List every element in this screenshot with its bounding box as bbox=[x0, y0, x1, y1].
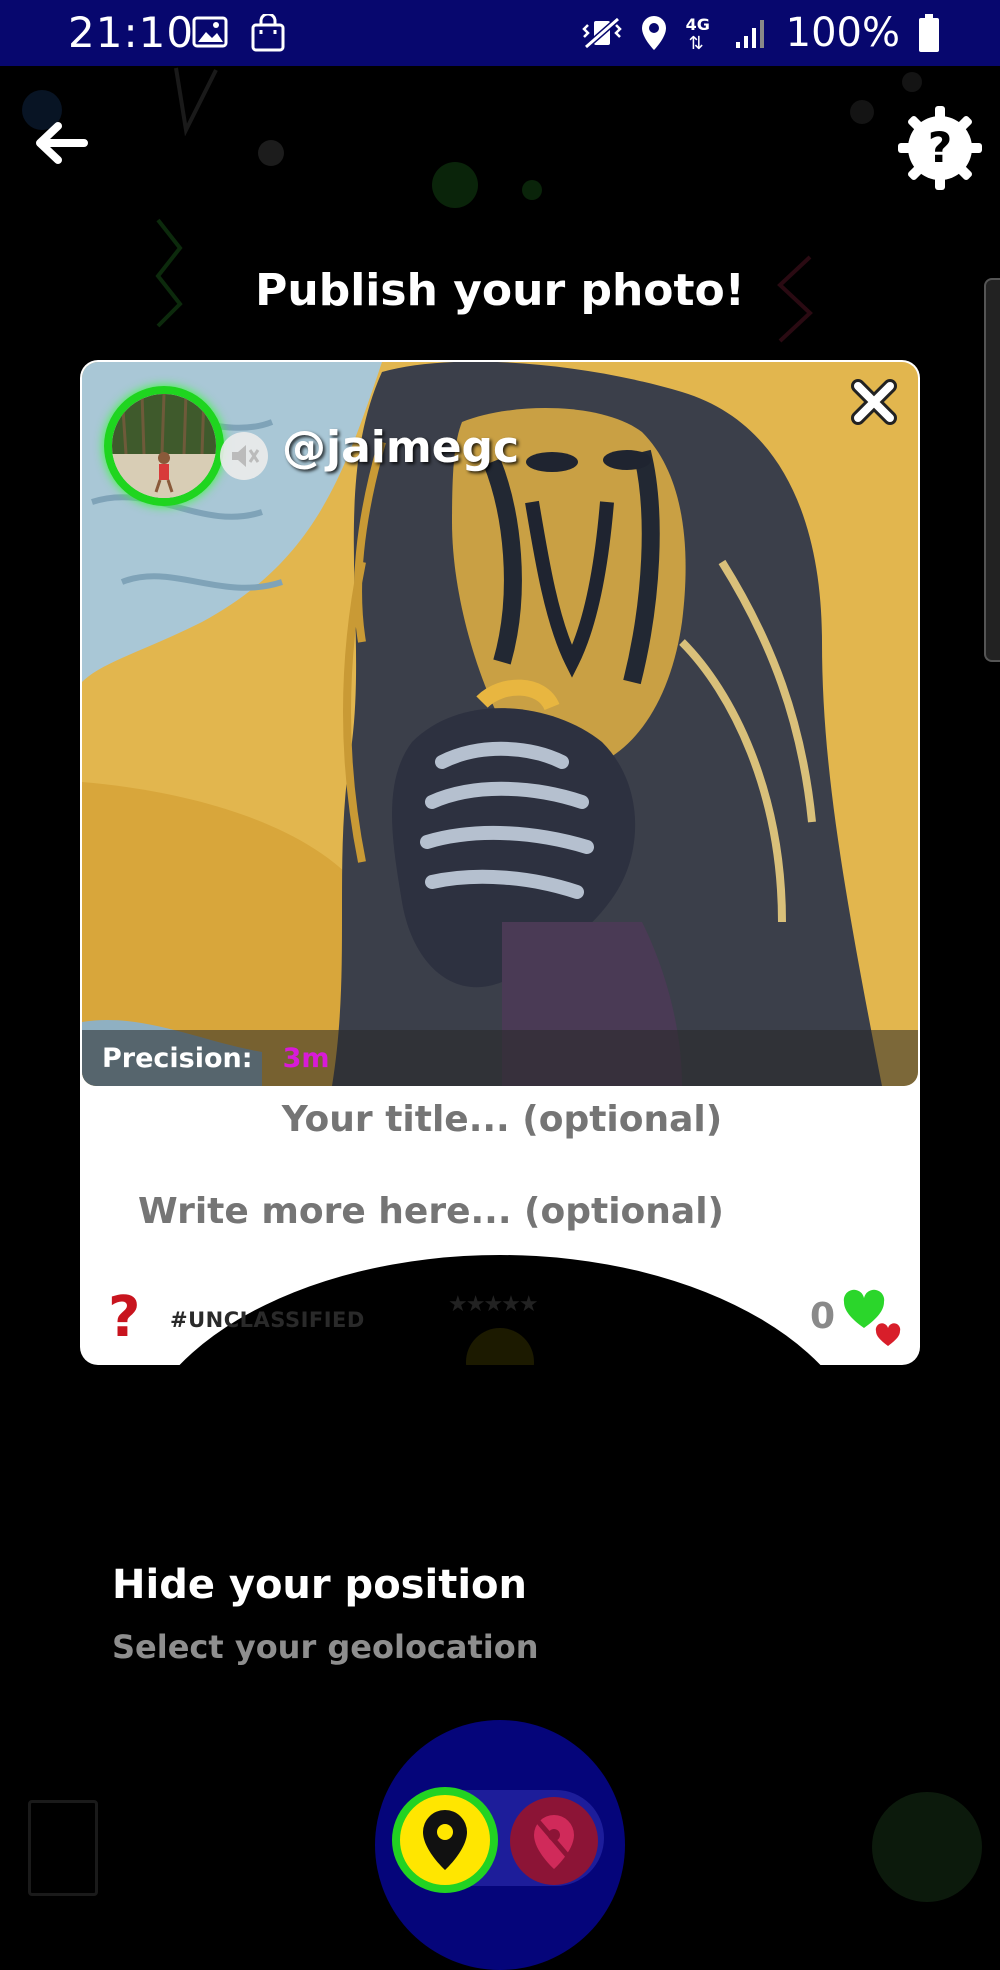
close-button[interactable] bbox=[846, 374, 902, 430]
4g-data-icon: 4G ⇅ bbox=[685, 15, 710, 54]
position-subtitle: Select your geolocation bbox=[112, 1628, 539, 1666]
background-dot bbox=[850, 100, 874, 124]
username[interactable]: @jaimegc bbox=[282, 422, 519, 473]
hearts-icon[interactable] bbox=[842, 1288, 906, 1348]
description-input[interactable] bbox=[136, 1190, 880, 1233]
category-label[interactable]: #UNCLASSIFIED bbox=[170, 1308, 365, 1332]
location-icon bbox=[641, 16, 666, 50]
background-dot bbox=[902, 72, 922, 92]
gallery-thumbnail[interactable] bbox=[28, 1800, 98, 1896]
position-title: Hide your position bbox=[112, 1562, 527, 1608]
rating-stars[interactable]: ★★★★★ bbox=[448, 1292, 539, 1317]
battery-percent: 100% bbox=[785, 10, 900, 56]
like-count: 0 bbox=[810, 1296, 836, 1337]
avatar-image bbox=[112, 394, 216, 498]
shopping-bag-icon bbox=[251, 14, 285, 52]
status-bar: 21:10 4G ⇅ 100% bbox=[0, 0, 1000, 66]
background-dot bbox=[522, 180, 542, 200]
mute-speaker-icon bbox=[232, 445, 260, 467]
publish-card: Precision: 3m @jaimegc ? #UNCLASSIFIED ★… bbox=[80, 360, 920, 1365]
precision-label: Precision: bbox=[102, 1042, 253, 1074]
location-pin-icon bbox=[423, 1810, 467, 1870]
vibrate-mute-icon bbox=[581, 16, 622, 50]
question-mark-icon[interactable]: ? bbox=[108, 1285, 140, 1350]
arrow-left-icon bbox=[36, 122, 88, 164]
hide-position-option[interactable] bbox=[510, 1797, 598, 1885]
back-button[interactable] bbox=[30, 118, 90, 172]
precision-bar: Precision: 3m bbox=[82, 1030, 918, 1086]
page-title: Publish your photo! bbox=[255, 265, 745, 316]
location-off-icon bbox=[534, 1815, 574, 1869]
gallery-icon bbox=[192, 16, 228, 48]
show-position-option[interactable] bbox=[392, 1787, 498, 1893]
battery-icon bbox=[919, 14, 939, 52]
background-dot bbox=[258, 140, 284, 166]
avatar[interactable] bbox=[104, 386, 224, 506]
signal-icon bbox=[735, 20, 764, 48]
close-icon bbox=[851, 379, 897, 425]
help-button[interactable]: ? bbox=[896, 104, 984, 196]
svg-text:?: ? bbox=[928, 123, 952, 172]
status-time: 21:10 bbox=[68, 8, 195, 57]
mute-button[interactable] bbox=[220, 432, 268, 480]
side-drawer-handle[interactable] bbox=[984, 278, 1000, 662]
background-dot bbox=[432, 162, 478, 208]
title-input[interactable] bbox=[80, 1098, 920, 1141]
precision-value: 3m bbox=[282, 1042, 330, 1074]
background-line bbox=[174, 67, 218, 136]
confirm-button[interactable] bbox=[872, 1792, 982, 1902]
help-gear-icon: ? bbox=[898, 106, 982, 190]
